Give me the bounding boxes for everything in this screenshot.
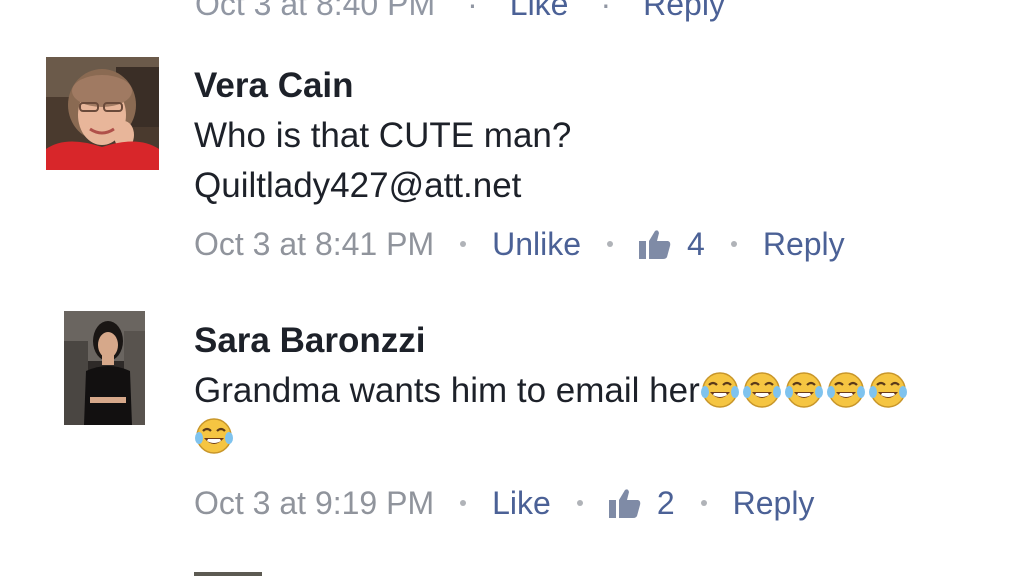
comment-meta: Oct 3 at 9:19 PM Like 2 Reply — [194, 480, 908, 526]
comment-timestamp: Oct 3 at 9:19 PM — [194, 484, 435, 521]
avatar-image — [64, 311, 145, 425]
like-button[interactable]: Like — [510, 0, 569, 22]
unlike-button[interactable]: Unlike — [492, 226, 581, 263]
avatar[interactable] — [64, 311, 145, 425]
separator-dot — [607, 241, 614, 247]
tears-of-joy-emoji — [700, 372, 739, 408]
comment-text-line: Quiltlady427@att.net — [194, 166, 522, 205]
comment-timestamp: Oct 3 at 8:40 PM — [195, 0, 436, 22]
separator-dot — [460, 241, 467, 247]
reply-button[interactable]: Reply — [643, 0, 725, 22]
reply-button[interactable]: Reply — [733, 485, 815, 522]
comment-author[interactable]: Vera Cain — [194, 64, 845, 108]
separator-dot — [700, 500, 707, 506]
tears-of-joy-emoji — [784, 372, 823, 408]
tears-of-joy-emoji — [195, 418, 233, 454]
emoji-group — [700, 370, 908, 410]
like-count[interactable]: 4 — [639, 226, 705, 263]
comment-text-line: Grandma wants him to email her — [194, 366, 908, 416]
separator-dot: · — [600, 0, 612, 22]
tears-of-joy-emoji — [742, 372, 781, 408]
avatar[interactable] — [46, 57, 159, 170]
comment-meta: Oct 3 at 8:41 PM Unlike 4 Reply — [194, 221, 845, 267]
avatar-image — [46, 57, 159, 170]
separator-dot — [576, 500, 583, 506]
tears-of-joy-emoji — [868, 372, 907, 408]
comment-text-content: Grandma wants him to email her — [194, 371, 700, 410]
thumbs-up-icon — [608, 489, 641, 518]
emoji-group — [194, 416, 908, 466]
comment-body: Vera Cain Who is that CUTE man? Quiltlad… — [194, 64, 845, 267]
thumbs-up-icon — [639, 230, 671, 259]
previous-comment-meta: Oct 3 at 8:40 PM · Like · Reply — [195, 0, 725, 23]
comment-timestamp: Oct 3 at 8:41 PM — [194, 225, 435, 262]
comment-author[interactable]: Sara Baronzzi — [194, 319, 908, 363]
separator-dot: · — [467, 0, 478, 22]
separator-dot — [730, 241, 737, 247]
tears-of-joy-emoji — [826, 372, 865, 408]
comment-text: Who is that CUTE man? Quiltlady427@att.n… — [194, 111, 845, 211]
comment-text-line: Who is that CUTE man? — [194, 116, 572, 155]
like-count-value: 2 — [656, 484, 675, 521]
comment-text: Grandma wants him to email her — [194, 366, 908, 466]
comment-body: Sara Baronzzi Grandma wants him to email… — [194, 319, 908, 526]
like-count[interactable]: 2 — [608, 484, 675, 522]
reply-button[interactable]: Reply — [763, 226, 845, 263]
separator-dot — [460, 500, 467, 506]
like-count-value: 4 — [687, 225, 705, 262]
comments-thread: Oct 3 at 8:40 PM · Like · Reply Vera Cain Wh… — [0, 0, 1024, 576]
avatar[interactable] — [194, 572, 262, 576]
like-button[interactable]: Like — [492, 485, 551, 522]
